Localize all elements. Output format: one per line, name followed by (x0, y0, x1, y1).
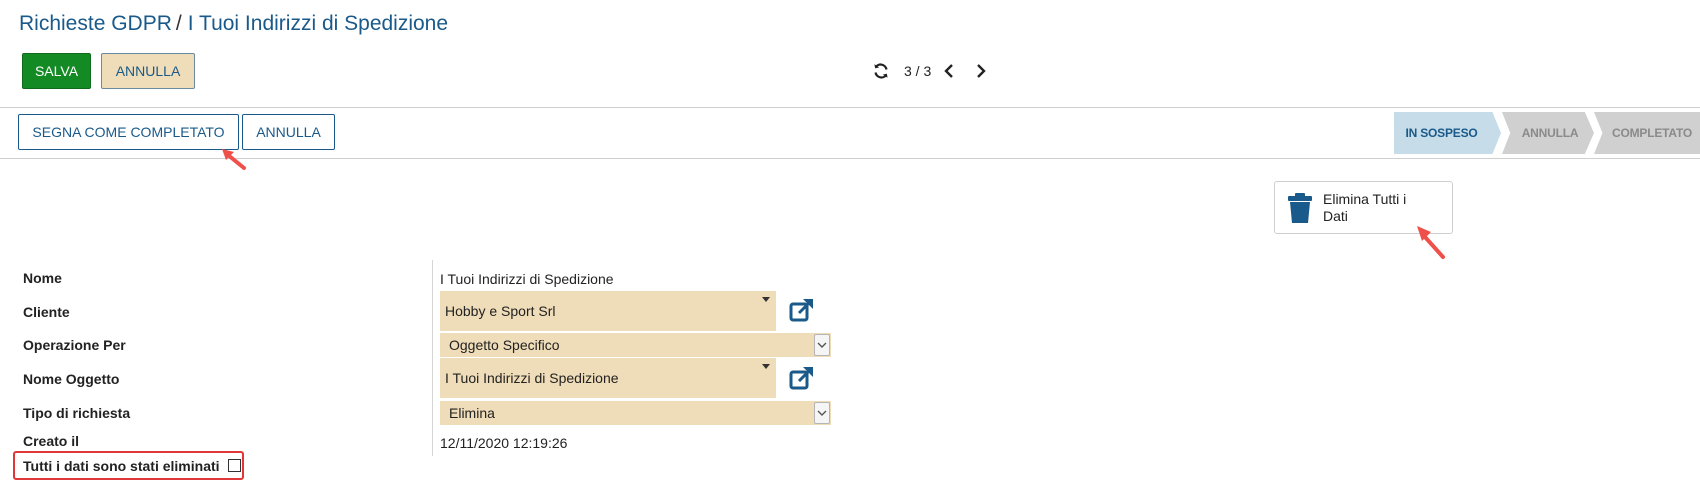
delete-all-data-label: Elimina Tutti i Dati (1323, 190, 1407, 224)
breadcrumb-separator: / (175, 12, 182, 35)
object-name-value: I Tuoi Indirizzi di Spedizione (445, 370, 619, 386)
customer-label: Cliente (23, 304, 70, 320)
name-value: I Tuoi Indirizzi di Spedizione (440, 271, 614, 287)
object-name-label: Nome Oggetto (23, 371, 120, 387)
operation-for-label: Operazione Per (23, 337, 126, 353)
divider (0, 107, 1700, 108)
save-button[interactable]: SALVA (22, 53, 91, 89)
delete-all-data-button[interactable]: Elimina Tutti i Dati (1274, 181, 1453, 234)
status-stage-pending[interactable]: IN SOSPESO (1394, 112, 1501, 154)
request-type-value: Elimina (449, 405, 495, 421)
all-data-deleted-row: Tutti i dati sono stati eliminati (13, 451, 244, 480)
external-link-icon[interactable] (788, 364, 816, 392)
request-type-label: Tipo di richiesta (23, 405, 131, 421)
discard-button[interactable]: ANNULLA (101, 53, 195, 89)
name-label: Nome (23, 270, 62, 286)
chevron-right-icon[interactable] (975, 63, 987, 79)
caret-down-icon[interactable] (762, 364, 770, 369)
breadcrumb: Richieste GDPR / I Tuoi Indirizzi di Spedi… (19, 12, 448, 36)
object-name-field[interactable]: I Tuoi Indirizzi di Spedizione (440, 358, 776, 398)
breadcrumb-current: I Tuoi Indirizzi di Spedizione (187, 12, 449, 35)
record-pager: 3 / 3 (872, 58, 987, 84)
created-on-label: Creato il (23, 433, 80, 449)
operation-for-select[interactable]: Oggetto Specifico (440, 333, 831, 357)
operation-for-value: Oggetto Specifico (449, 337, 560, 353)
all-data-deleted-checkbox[interactable] (227, 459, 241, 472)
chevron-left-icon[interactable] (943, 63, 955, 79)
all-data-deleted-label: Tutti i dati sono stati eliminati (23, 457, 220, 474)
customer-value: Hobby e Sport Srl (445, 303, 556, 319)
created-on-value: 12/11/2020 12:19:26 (440, 435, 568, 451)
pager-counter: 3 / 3 (904, 63, 932, 79)
breadcrumb-parent-link[interactable]: Richieste GDPR (19, 12, 172, 35)
status-stage-cancel[interactable]: ANNULLA (1502, 112, 1594, 154)
cancel-request-button[interactable]: ANNULLA (242, 114, 335, 150)
mark-completed-button[interactable]: SEGNA COME COMPLETATO (18, 114, 239, 150)
customer-field[interactable]: Hobby e Sport Srl (440, 291, 776, 331)
external-link-icon[interactable] (788, 296, 816, 324)
divider (0, 158, 1700, 159)
chevron-down-icon[interactable] (814, 402, 830, 424)
caret-down-icon[interactable] (762, 297, 770, 302)
status-stage-completed[interactable]: COMPLETATO (1594, 112, 1700, 154)
request-type-select[interactable]: Elimina (440, 401, 831, 425)
refresh-icon[interactable] (872, 62, 890, 80)
trash-icon (1287, 191, 1315, 225)
chevron-down-icon[interactable] (814, 334, 830, 356)
form-column-divider (432, 260, 433, 456)
